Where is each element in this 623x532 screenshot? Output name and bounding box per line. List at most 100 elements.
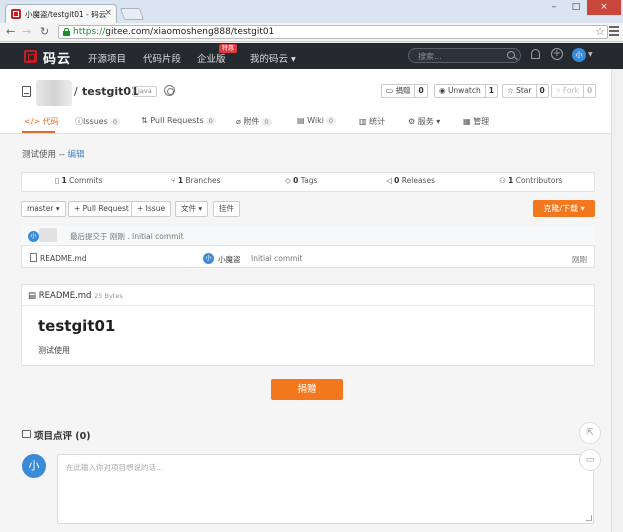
user-avatar[interactable]: 小 xyxy=(572,48,586,62)
star-button[interactable]: ☆ Star 0 xyxy=(502,84,549,98)
create-plus-icon[interactable]: + xyxy=(551,48,563,60)
committer-name-blurred[interactable] xyxy=(39,228,57,242)
widgets-button[interactable]: 挂件 xyxy=(213,201,240,217)
maximize-button[interactable]: □ xyxy=(565,0,587,15)
stat-commits[interactable]: ▯ 1 Commits xyxy=(55,176,103,185)
path-separator: / xyxy=(74,85,78,98)
tab-manage[interactable]: ▦ 管理 xyxy=(463,116,489,127)
window-controls: – □ × xyxy=(543,0,621,15)
manage-icon: ▦ xyxy=(463,117,474,126)
file-name-link[interactable]: README.md xyxy=(40,254,87,263)
comment-textarea[interactable]: 在此输入你对项目想说的话... xyxy=(57,454,594,524)
branch-select[interactable]: master ▾ xyxy=(21,201,66,217)
services-icon: ⚙ xyxy=(408,117,418,126)
last-commit-text[interactable]: 最后提交于 刚刚 . Initial commit xyxy=(70,231,184,242)
donate-count-button[interactable]: ▭ 捐赠 0 xyxy=(381,84,428,98)
search-icon[interactable] xyxy=(507,51,515,59)
tab-issues[interactable]: ⓘIssues 0 xyxy=(75,116,120,127)
donate-label: 捐赠 xyxy=(395,86,411,95)
owner-name-blurred[interactable] xyxy=(36,80,72,106)
tag-icon: ◇ xyxy=(285,176,294,185)
search-placeholder: 搜索... xyxy=(418,52,442,61)
logo-text[interactable]: 码云 xyxy=(43,48,71,67)
url-text: https://gitee.com/xiaomosheng888/testgit… xyxy=(73,27,275,37)
files-dropdown[interactable]: 文件 ▾ xyxy=(175,201,209,217)
file-icon xyxy=(30,253,37,262)
edit-description-link[interactable]: 编辑 xyxy=(68,150,85,160)
fork-icon: ⑂ xyxy=(556,86,563,95)
browser-tab[interactable]: 小魔盗/testgit01 - 码云 × xyxy=(5,4,117,23)
nav-my-gitee[interactable]: 我的码云 ▾ xyxy=(250,51,296,65)
nav-snippets[interactable]: 代码片段 xyxy=(143,51,181,65)
site-header: 码云 开源项目 代码片段 企业版 我的码云 ▾ xyxy=(0,43,623,69)
file-commit-message[interactable]: Initial commit xyxy=(251,254,303,263)
bar-chart-icon: ▥ xyxy=(359,117,370,126)
forward-arrow-icon[interactable]: → xyxy=(22,25,31,38)
stat-releases[interactable]: ◁ 0 Releases xyxy=(386,176,435,185)
language-badge[interactable]: Java xyxy=(133,86,157,97)
tab-close-icon[interactable]: × xyxy=(104,8,112,18)
back-arrow-icon[interactable]: ← xyxy=(6,25,15,38)
star-icon: ☆ xyxy=(507,86,517,95)
textarea-resize-handle[interactable] xyxy=(586,515,592,521)
search-input[interactable]: 搜索... xyxy=(408,48,521,63)
comments-title: 项目点评 (0) xyxy=(34,431,91,442)
repository-icon xyxy=(22,86,31,97)
gitee-favicon-icon xyxy=(11,9,21,19)
reload-icon[interactable]: ↻ xyxy=(40,25,49,38)
file-commit-time: 刚刚 xyxy=(572,255,587,264)
tab-services[interactable]: ⚙ 服务 ▾ xyxy=(408,116,440,127)
lock-icon xyxy=(63,28,70,36)
clone-download-button[interactable]: 克隆/下载 ▾ xyxy=(533,200,595,217)
file-author-avatar[interactable]: 小 xyxy=(203,253,214,264)
fork-button[interactable]: ⑂ Fork 0 xyxy=(551,84,597,98)
browser-menu-icon[interactable] xyxy=(609,26,619,36)
repo-name[interactable]: testgit01 xyxy=(82,85,139,98)
vertical-scrollbar[interactable] xyxy=(611,69,623,532)
tab-wiki[interactable]: ▤ Wiki 0 xyxy=(297,116,337,125)
gitee-logo-icon[interactable] xyxy=(24,50,37,63)
code-icon: </> xyxy=(24,117,43,126)
comment-user-avatar: 小 xyxy=(22,454,46,478)
committer-avatar[interactable]: 小 xyxy=(28,231,39,242)
unwatch-label: Unwatch xyxy=(447,86,481,95)
star-label: Star xyxy=(516,86,532,95)
readme-size: 25 Bytes xyxy=(94,292,123,300)
share-external-icon[interactable]: ⇱ xyxy=(579,422,601,444)
nav-open-source[interactable]: 开源项目 xyxy=(88,51,126,65)
gift-icon[interactable] xyxy=(164,85,175,96)
fork-label: Fork xyxy=(562,86,579,95)
donate-button[interactable]: 捐赠 xyxy=(271,379,343,400)
bookmark-star-icon[interactable]: ☆ xyxy=(595,25,605,38)
tab-attachments[interactable]: ⌀ 附件 0 xyxy=(236,116,272,127)
stat-contributors[interactable]: ⚇ 1 Contributors xyxy=(499,176,562,185)
tab-code[interactable]: </> 代码 xyxy=(24,116,59,127)
browser-toolbar: ← → ↻ https://gitee.com/xiaomosheng888/t… xyxy=(0,23,623,42)
readme-title: ▤ README.md 25 Bytes xyxy=(28,291,123,301)
donate-count: 0 xyxy=(414,85,426,97)
minimize-button[interactable]: – xyxy=(543,0,565,15)
active-tab-indicator xyxy=(22,131,55,133)
comment-placeholder: 在此输入你对项目想说的话... xyxy=(66,463,164,472)
feedback-icon[interactable]: ▭ xyxy=(579,449,601,471)
new-issue-button[interactable]: + Issue xyxy=(131,201,172,217)
tab-title: 小魔盗/testgit01 - 码云 xyxy=(25,10,107,19)
branch-icon: ⑂ xyxy=(171,176,178,185)
window-close-button[interactable]: × xyxy=(587,0,621,15)
address-bar[interactable]: https://gitee.com/xiaomosheng888/testgit… xyxy=(58,25,608,39)
new-pull-request-button[interactable]: + Pull Request xyxy=(68,201,135,217)
stat-tags[interactable]: ◇ 0 Tags xyxy=(285,176,317,185)
contributors-icon: ⚇ xyxy=(499,176,509,185)
comment-icon xyxy=(22,430,31,438)
watch-count: 1 xyxy=(484,85,497,97)
unwatch-button[interactable]: ◉ Unwatch 1 xyxy=(434,84,498,98)
star-count: 0 xyxy=(535,85,548,97)
chevron-down-icon[interactable]: ▼ xyxy=(588,51,593,58)
tab-stats[interactable]: ▥ 统计 xyxy=(359,116,385,127)
new-tab-button[interactable] xyxy=(119,8,145,20)
tab-pull-requests[interactable]: ⇅ Pull Requests 0 xyxy=(141,116,216,125)
bell-icon[interactable] xyxy=(531,49,540,59)
nav-enterprise[interactable]: 企业版 xyxy=(197,51,226,65)
file-author-name[interactable]: 小魔盗 xyxy=(218,254,241,265)
stat-branches[interactable]: ⑂ 1 Branches xyxy=(171,176,220,185)
